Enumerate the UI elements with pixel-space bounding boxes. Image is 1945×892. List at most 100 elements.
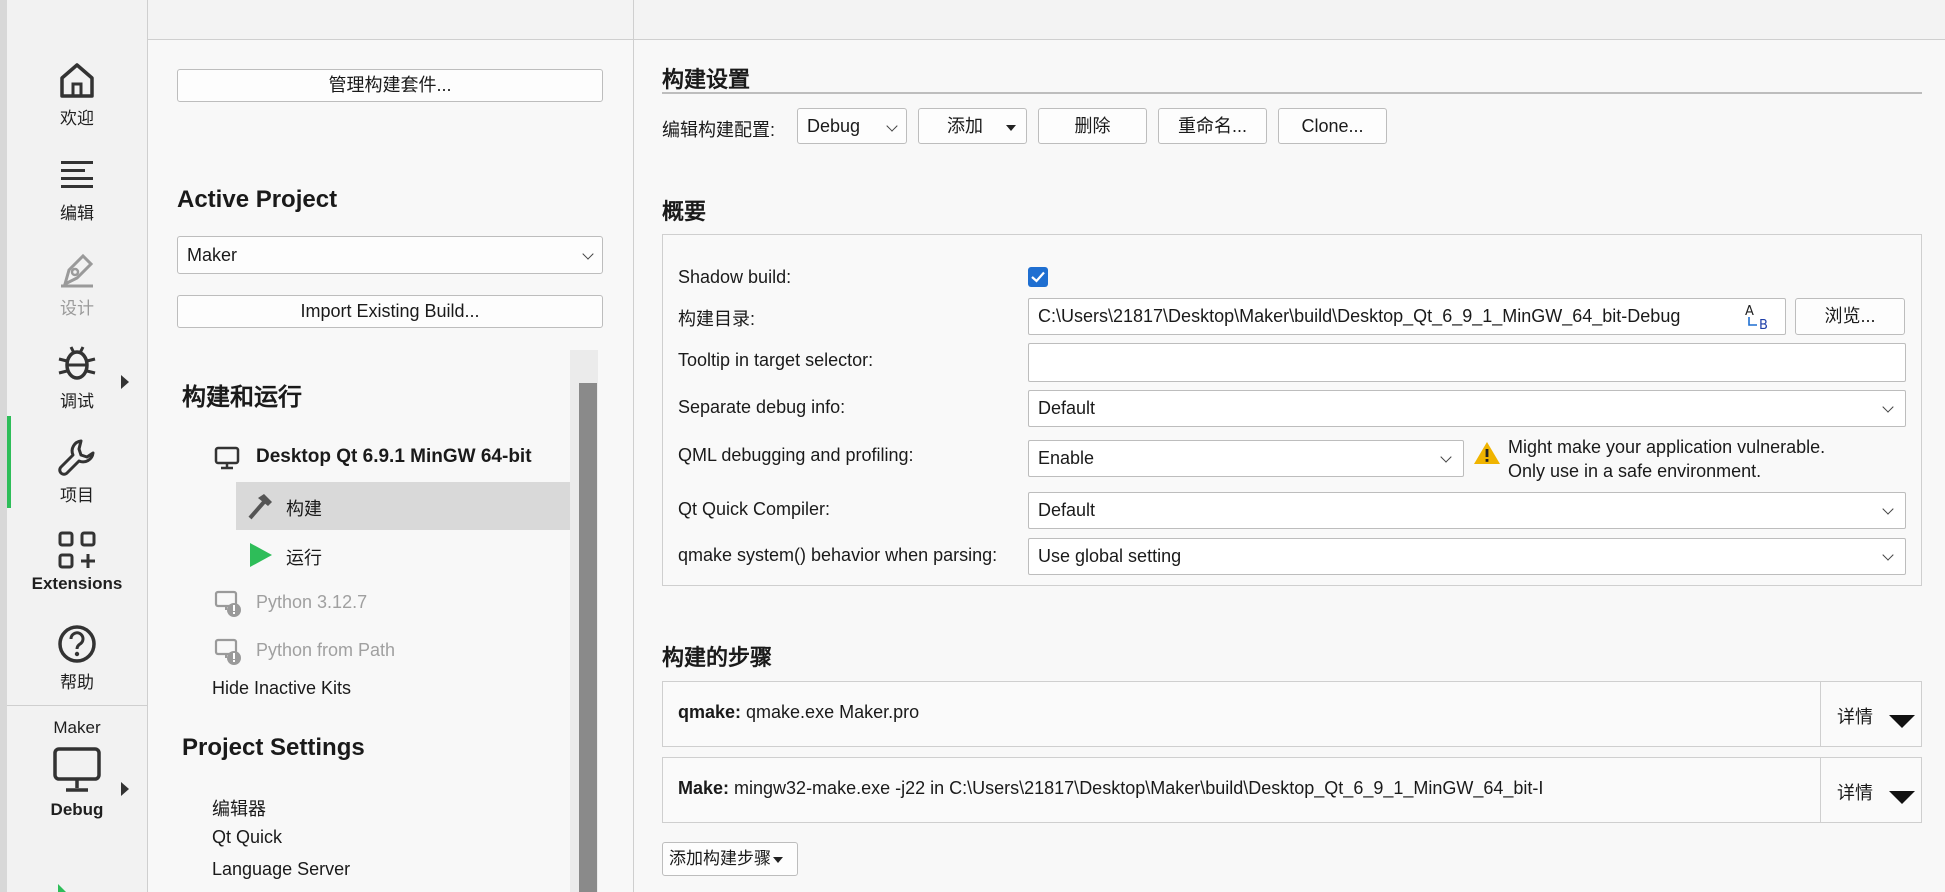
browse-button[interactable]: 浏览... <box>1795 298 1905 335</box>
separate-debug-value: Default <box>1038 398 1096 418</box>
mode-projects[interactable]: 项目 <box>7 437 147 527</box>
project-combo[interactable]: Maker <box>177 236 603 274</box>
expand-arrow-icon[interactable] <box>121 782 129 796</box>
mode-design[interactable]: 设计 <box>7 250 147 340</box>
variable-chooser-icon[interactable]: A B <box>1743 303 1775 331</box>
chevron-down-icon <box>1882 549 1894 561</box>
kit-name: Desktop Qt 6.9.1 MinGW 64-bit <box>256 446 532 467</box>
title-divider <box>662 92 1922 94</box>
add-build-step-button[interactable]: 添加构建步骤 <box>662 842 798 876</box>
extensions-icon <box>58 531 96 569</box>
build-step-qmake[interactable]: qmake: qmake.exe Maker.pro 详情 <box>662 681 1922 747</box>
settings-item-language-server[interactable]: Language Server <box>212 859 350 880</box>
build-dir-input[interactable]: C:\Users\21817\Desktop\Maker\build\Deskt… <box>1028 298 1786 335</box>
build-config-value: Debug <box>807 116 861 136</box>
run-icon[interactable] <box>56 880 72 892</box>
project-settings-heading: Project Settings <box>182 734 365 761</box>
monitor-icon <box>53 747 101 792</box>
mode-label: 调试 <box>60 392 94 411</box>
edit-config-label: 编辑构建配置: <box>662 120 776 140</box>
add-config-button[interactable]: 添加 <box>918 108 1027 144</box>
delete-config-button[interactable]: 删除 <box>1038 108 1147 144</box>
step-details-button[interactable]: 详情 <box>1820 758 1922 822</box>
play-icon <box>250 543 272 567</box>
inactive-kit-name: Python from Path <box>256 640 396 660</box>
pen-icon <box>61 253 94 288</box>
mode-debug[interactable]: 调试 <box>7 343 147 433</box>
expand-triangle-icon <box>1877 710 1915 731</box>
mode-separator <box>7 705 147 706</box>
left-top-toolbar <box>148 0 634 40</box>
import-existing-build-button[interactable]: Import Existing Build... <box>177 295 603 328</box>
qml-debug-value: Enable <box>1038 448 1095 468</box>
qml-warning-line1: Might make your application vulnerable. <box>1508 437 1826 457</box>
build-item-label: 构建 <box>286 499 322 519</box>
inactive-kit-item[interactable]: Python 3.12.7 <box>214 588 554 618</box>
expand-triangle-icon <box>1877 786 1915 807</box>
clone-config-button[interactable]: Clone... <box>1278 108 1387 144</box>
qml-debug-label: QML debugging and profiling: <box>678 445 914 465</box>
mode-label: 欢迎 <box>60 109 94 128</box>
mode-label: 项目 <box>60 486 94 505</box>
qml-debug-select[interactable]: Enable <box>1028 440 1464 477</box>
step-name: qmake: <box>678 702 742 722</box>
warning-icon <box>1474 442 1500 464</box>
monitor-warning-icon <box>214 638 241 665</box>
mode-extensions[interactable]: Extensions <box>7 530 147 620</box>
mode-welcome[interactable]: 欢迎 <box>7 60 147 150</box>
build-item[interactable]: 构建 <box>236 482 570 530</box>
settings-item-editor[interactable]: 编辑器 <box>212 795 266 821</box>
chevron-down-icon <box>886 120 898 132</box>
kit-item[interactable]: Desktop Qt 6.9.1 MinGW 64-bit <box>214 443 594 473</box>
qml-warning-line2: Only use in a safe environment. <box>1508 461 1762 481</box>
right-top-toolbar <box>634 0 1945 40</box>
home-icon <box>60 63 94 98</box>
separate-debug-select[interactable]: Default <box>1028 390 1906 427</box>
tooltip-input[interactable] <box>1028 343 1906 382</box>
details-label: 详情 <box>1837 707 1873 727</box>
expand-arrow-icon[interactable] <box>121 375 129 389</box>
shadow-build-checkbox[interactable] <box>1028 267 1048 287</box>
qmake-behavior-select[interactable]: Use global setting <box>1028 538 1906 575</box>
step-summary: qmake: qmake.exe Maker.pro <box>678 702 1818 723</box>
edit-lines-icon <box>61 161 93 188</box>
scrollbar-thumb[interactable] <box>579 383 597 892</box>
monitor-warning-icon <box>214 590 241 617</box>
build-step-make[interactable]: Make: mingw32-make.exe -j22 in C:\Users\… <box>662 757 1922 823</box>
build-dir-value: C:\Users\21817\Desktop\Maker\build\Deskt… <box>1038 306 1681 326</box>
qmake-behavior-value: Use global setting <box>1038 546 1182 566</box>
add-build-step-label: 添加构建步骤 <box>669 849 771 868</box>
build-settings-title: 构建设置 <box>662 67 751 92</box>
rename-config-button[interactable]: 重命名... <box>1158 108 1267 144</box>
window-edge <box>0 0 7 892</box>
target-selector[interactable]: Maker Debug <box>7 716 147 851</box>
mode-label: 设计 <box>60 299 94 318</box>
project-combo-value: Maker <box>187 245 238 265</box>
run-item-label: 运行 <box>286 548 322 568</box>
step-name: Make: <box>678 778 730 798</box>
mode-label: 帮助 <box>60 673 94 692</box>
mode-edit[interactable]: 编辑 <box>7 155 147 245</box>
details-label: 详情 <box>1837 783 1873 803</box>
settings-item-qtquick[interactable]: Qt Quick <box>212 827 282 848</box>
hide-inactive-kits-toggle[interactable]: Hide Inactive Kits <box>212 678 351 699</box>
bug-icon <box>58 346 96 380</box>
build-config-combo[interactable]: Debug <box>797 108 907 144</box>
inactive-kit-name: Python 3.12.7 <box>256 592 368 612</box>
qtquick-compiler-select[interactable]: Default <box>1028 492 1906 529</box>
qtquick-compiler-label: Qt Quick Compiler: <box>678 499 831 519</box>
step-detail: qmake.exe Maker.pro <box>741 702 920 722</box>
add-config-label: 添加 <box>947 116 983 136</box>
chevron-down-icon <box>1882 401 1894 413</box>
mode-label: 编辑 <box>60 204 94 223</box>
manage-kits-button[interactable]: 管理构建套件... <box>177 69 603 102</box>
mode-help[interactable]: 帮助 <box>7 624 147 714</box>
inactive-kit-item[interactable]: Python from Path <box>214 636 554 666</box>
chevron-down-icon <box>1882 503 1894 515</box>
target-project-name: Maker <box>53 718 101 737</box>
qmake-behavior-label: qmake system() behavior when parsing: <box>678 545 998 565</box>
step-details-button[interactable]: 详情 <box>1820 682 1922 746</box>
check-icon <box>1031 271 1045 283</box>
dropdown-arrow-icon <box>1006 125 1016 131</box>
run-item[interactable]: 运行 <box>236 534 570 574</box>
